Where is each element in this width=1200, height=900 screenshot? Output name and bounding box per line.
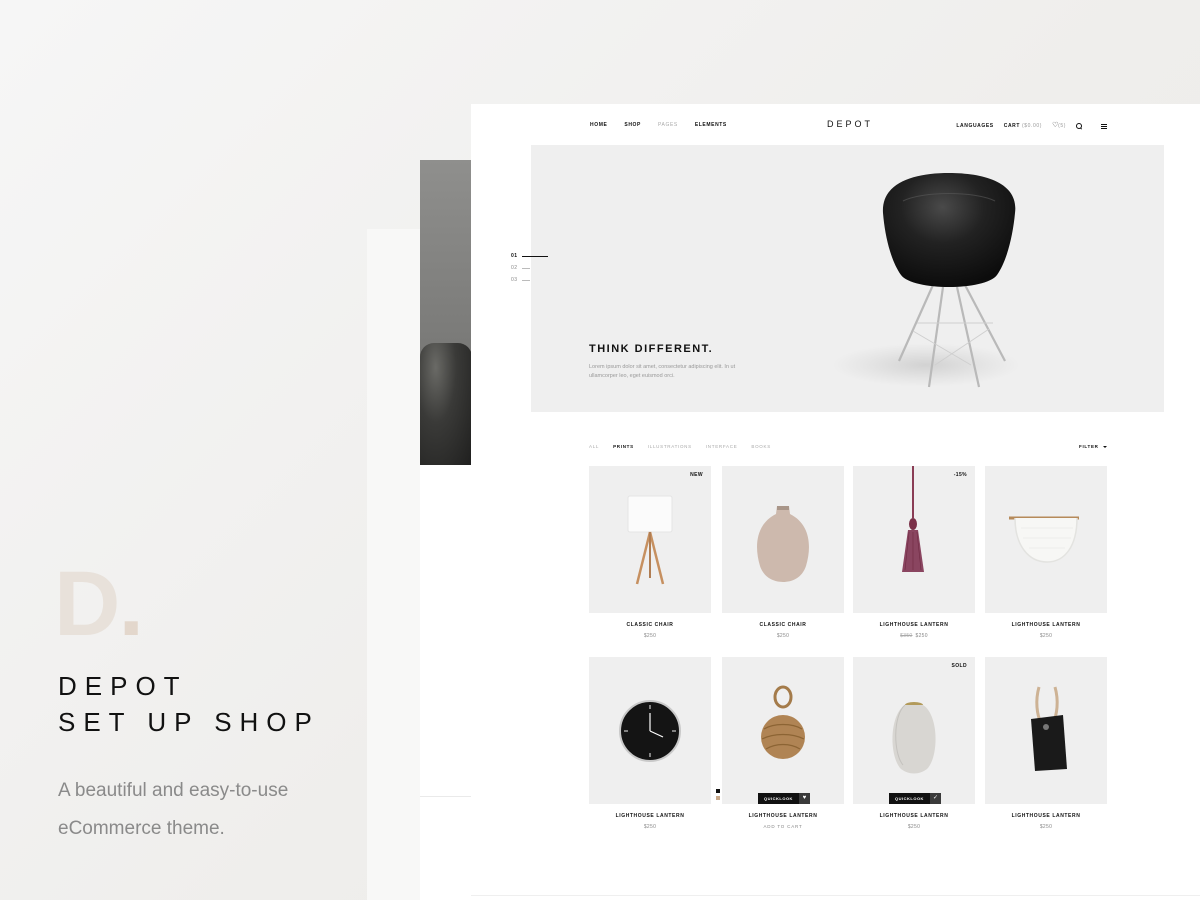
- check-icon[interactable]: ✓: [929, 793, 941, 804]
- wishlist-count: (5): [1058, 122, 1066, 129]
- wishlist-link[interactable]: ♡(5): [1052, 121, 1066, 129]
- color-swatches: [716, 789, 720, 803]
- product-price: $250: [1039, 633, 1053, 639]
- languages-menu[interactable]: LANGUAGES: [956, 123, 993, 129]
- product-card[interactable]: QUICKLOOK ♥ LIGHTHOUSE LANTERN ADD TO CA…: [716, 657, 844, 842]
- product-price: $350 $250: [853, 633, 975, 639]
- slider-pagination: 01 02 03: [511, 250, 548, 286]
- nav-elements[interactable]: ELEMENTS: [695, 122, 727, 128]
- heart-icon[interactable]: ♥: [798, 793, 810, 804]
- product-image[interactable]: [853, 466, 975, 613]
- slide-indicator-1[interactable]: 01: [511, 250, 548, 262]
- search-icon[interactable]: [1076, 122, 1082, 129]
- product-badge: NEW: [690, 472, 703, 478]
- product-name[interactable]: LIGHTHOUSE LANTERN: [589, 813, 711, 819]
- product-card[interactable]: LIGHTHOUSE LANTERN $250: [985, 657, 1107, 842]
- knot-image: [761, 685, 805, 759]
- nav-pages[interactable]: PAGES: [658, 122, 678, 128]
- preview-layer-photo: [420, 160, 472, 465]
- filter-tab-interface[interactable]: INTERFACE: [706, 444, 738, 449]
- product-card[interactable]: NEW CLASSIC CHAIR $250: [589, 466, 711, 651]
- tassel-image: [902, 466, 924, 572]
- filter-tab-all[interactable]: ALL: [589, 444, 599, 449]
- product-name[interactable]: CLASSIC CHAIR: [722, 622, 844, 628]
- cart-label: CART: [1003, 122, 1021, 129]
- page-bottom-divider: [471, 895, 1200, 896]
- product-image[interactable]: [589, 466, 711, 613]
- swatch-black[interactable]: [716, 789, 720, 793]
- swatch-tan[interactable]: [716, 796, 720, 800]
- product-name[interactable]: LIGHTHOUSE LANTERN: [722, 813, 844, 819]
- product-price: $250: [643, 824, 657, 830]
- slide-indicator-2[interactable]: 02: [511, 262, 548, 274]
- nav-links: HOME SHOP PAGES ELEMENTS: [590, 122, 727, 128]
- product-image[interactable]: QUICKLOOK ♥: [722, 657, 844, 804]
- cart-link[interactable]: CART ($0.00): [1004, 123, 1042, 129]
- quicklook-bar[interactable]: QUICKLOOK ♥: [758, 793, 810, 804]
- product-card[interactable]: QUICKLOOK ✓ SOLD LIGHTHOUSE LANTERN $250: [853, 657, 975, 842]
- filter-dropdown[interactable]: FILTER: [1079, 444, 1107, 449]
- product-image[interactable]: QUICKLOOK ✓: [853, 657, 975, 804]
- shop-page: HOME SHOP PAGES ELEMENTS DEPOT LANGUAGES…: [471, 104, 1200, 900]
- category-filters: ALL PRINTS ILLUSTRATIONS INTERFACE BOOKS: [589, 444, 771, 449]
- clock-image: [619, 700, 681, 762]
- quicklook-bar[interactable]: QUICKLOOK ✓: [889, 793, 941, 804]
- nav-utilities: LANGUAGES CART ($0.00) ♡(5): [956, 122, 1107, 129]
- caret-down-icon: [1102, 445, 1107, 448]
- promo-title-line2: SET UP SHOP: [58, 707, 320, 737]
- quicklook-button[interactable]: QUICKLOOK: [758, 793, 799, 804]
- brand-logo[interactable]: DEPOT: [827, 119, 873, 129]
- heart-icon: ♡: [1052, 121, 1059, 129]
- bag-image: [1031, 686, 1067, 771]
- product-image[interactable]: [589, 657, 711, 804]
- product-badge: SOLD: [951, 663, 967, 669]
- slide-indicator-3[interactable]: 03: [511, 274, 548, 286]
- promo-title-line1: DEPOT: [58, 671, 188, 701]
- filter-tab-prints[interactable]: PRINTS: [613, 444, 634, 449]
- product-price: $250: [643, 633, 657, 639]
- product-name[interactable]: LIGHTHOUSE LANTERN: [853, 813, 975, 819]
- promo-title: DEPOT SET UP SHOP: [58, 668, 320, 740]
- vase-image: [757, 506, 809, 582]
- hero-title: THINK DIFFERENT.: [589, 343, 714, 355]
- menu-icon[interactable]: [1101, 124, 1107, 129]
- hero-slider: 01 02 03 THINK DIFFERENT. Lorem ipsum do…: [511, 145, 1164, 412]
- product-price: $250: [1039, 824, 1053, 830]
- sofa-image: [420, 343, 472, 465]
- product-name[interactable]: LIGHTHOUSE LANTERN: [985, 813, 1107, 819]
- product-card[interactable]: LIGHTHOUSE LANTERN $250: [985, 466, 1107, 651]
- add-to-cart-link[interactable]: ADD TO CART: [722, 824, 844, 829]
- product-badge: -15%: [953, 472, 967, 478]
- quicklook-button[interactable]: QUICKLOOK: [889, 793, 930, 804]
- cart-total: ($0.00): [1022, 122, 1043, 129]
- product-card[interactable]: LIGHTHOUSE LANTERN $250: [589, 657, 711, 842]
- top-navigation: HOME SHOP PAGES ELEMENTS DEPOT LANGUAGES…: [471, 104, 1200, 144]
- lamp-image: [627, 495, 673, 585]
- hero-text: Lorem ipsum dolor sit amet, consectetur …: [589, 364, 736, 379]
- product-old-price: $350: [900, 633, 913, 639]
- product-name[interactable]: LIGHTHOUSE LANTERN: [853, 622, 975, 628]
- promo-logo-mark: D.: [54, 553, 144, 655]
- chair-image: [882, 173, 1016, 388]
- product-sale-price: $250: [915, 633, 928, 639]
- product-name[interactable]: LIGHTHOUSE LANTERN: [985, 622, 1107, 628]
- product-image[interactable]: [985, 466, 1107, 613]
- product-image[interactable]: [985, 657, 1107, 804]
- stone-vase-image: [892, 702, 936, 774]
- product-price: $250: [907, 824, 921, 830]
- divider: [420, 796, 472, 797]
- nav-home[interactable]: HOME: [590, 122, 607, 128]
- basket-image: [1009, 516, 1079, 563]
- product-price: $250: [776, 633, 790, 639]
- product-card[interactable]: CLASSIC CHAIR $250: [722, 466, 844, 651]
- filter-tab-illustrations[interactable]: ILLUSTRATIONS: [648, 444, 692, 449]
- product-name[interactable]: CLASSIC CHAIR: [589, 622, 711, 628]
- nav-shop[interactable]: SHOP: [624, 122, 641, 128]
- promo-tagline: A beautiful and easy-to-use eCommerce th…: [58, 780, 289, 839]
- product-image[interactable]: [722, 466, 844, 613]
- product-card[interactable]: -15% LIGHTHOUSE LANTERN $350 $250: [853, 466, 975, 651]
- filter-tab-books[interactable]: BOOKS: [751, 444, 771, 449]
